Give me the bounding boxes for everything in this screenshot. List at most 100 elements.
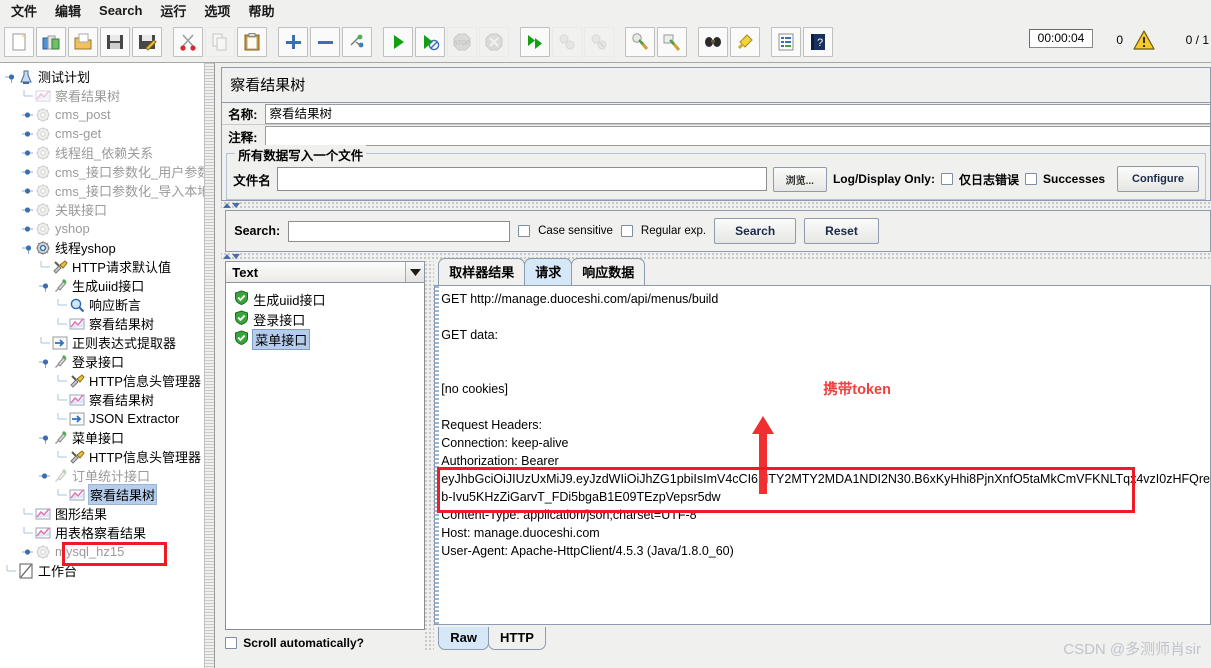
function-helper-icon[interactable] [771, 27, 801, 57]
test-plan-tree-panel[interactable]: 测试计划 察看结果树 cms_post cms-get 线程组_依赖关系 cms_接口参数… [0, 63, 216, 668]
tree-expand-toggle-icon[interactable] [21, 546, 34, 558]
expand-all-icon[interactable] [278, 27, 308, 57]
errors-only-checkbox[interactable] [940, 173, 953, 185]
menu-edit[interactable]: 编辑 [46, 0, 90, 22]
tree-node[interactable]: HTTP信息头管理器 [0, 447, 214, 466]
tree-node[interactable]: 菜单接口 [0, 428, 214, 447]
tree-node[interactable]: 察看结果树 [0, 86, 214, 105]
case-sensitive-checkbox[interactable] [518, 225, 531, 237]
name-input[interactable]: 察看结果树 [265, 103, 1210, 124]
tree-collapse-toggle-icon[interactable] [38, 356, 51, 368]
detail-tabs[interactable]: 取样器结果 请求 响应数据 [434, 258, 1211, 285]
tree-node[interactable]: 订单统计接口 [0, 466, 214, 485]
search-splitter-down-arrow-icon[interactable] [232, 254, 241, 259]
sampler-result-item[interactable]: 登录接口 [226, 309, 424, 329]
detail-tab[interactable]: 响应数据 [571, 258, 646, 285]
scroll-automatically-checkbox[interactable] [225, 637, 238, 649]
menu-help[interactable]: 帮助 [239, 0, 283, 22]
sampler-result-list[interactable]: 生成uiid接口 登录接口 菜单接口 [225, 283, 426, 630]
configure-button[interactable]: Configure [1117, 166, 1199, 192]
cut-icon[interactable] [173, 27, 203, 57]
detail-tab[interactable]: 取样器结果 [438, 258, 526, 285]
tree-node[interactable]: 正则表达式提取器 [0, 333, 214, 352]
start-no-pause-icon[interactable] [415, 27, 445, 57]
tree-node[interactable]: JSON Extractor [0, 409, 214, 428]
sampler-result-item[interactable]: 生成uiid接口 [226, 289, 424, 309]
menu-options[interactable]: 选项 [195, 0, 239, 22]
detail-tab[interactable]: 请求 [524, 258, 573, 285]
tree-node[interactable]: 察看结果树 [0, 390, 214, 409]
tree-node[interactable]: 生成uiid接口 [0, 276, 214, 295]
tree-expand-toggle-icon[interactable] [21, 185, 34, 197]
tree-expand-toggle-icon[interactable] [21, 204, 34, 216]
warning-icon[interactable] [1133, 30, 1155, 55]
sampler-result-item[interactable]: 菜单接口 [226, 328, 424, 350]
browse-button[interactable]: 浏览... [772, 166, 827, 192]
templates-icon[interactable] [36, 27, 66, 57]
new-icon[interactable] [4, 27, 34, 57]
tree-collapse-toggle-icon[interactable] [4, 71, 17, 83]
tree-node[interactable]: cms_post [0, 105, 214, 124]
search-splitter-up-arrow-icon[interactable] [223, 254, 232, 259]
tree-node[interactable]: cms_接口参数化_导入本地文件 [0, 181, 214, 200]
tree-collapse-toggle-icon[interactable] [38, 432, 51, 444]
tree-node[interactable]: 登录接口 [0, 352, 214, 371]
tree-expand-toggle-icon[interactable] [21, 223, 34, 235]
tree-expand-toggle-icon[interactable] [21, 147, 34, 159]
menu-run[interactable]: 运行 [151, 0, 195, 22]
successes-checkbox[interactable] [1024, 173, 1037, 185]
tree-collapse-toggle-icon[interactable] [38, 280, 51, 292]
remote-start-all-icon[interactable] [520, 27, 550, 57]
search-input[interactable] [288, 220, 511, 242]
tree-node[interactable]: yshop [0, 219, 214, 238]
tree-node[interactable]: 图形结果 [0, 504, 214, 523]
clear-all-icon[interactable] [657, 27, 687, 57]
tree-node[interactable]: 响应断言 [0, 295, 214, 314]
start-icon[interactable] [383, 27, 413, 57]
search-reset-icon[interactable] [730, 27, 760, 57]
splitter-up-arrow-icon[interactable] [223, 203, 232, 208]
tree-node[interactable]: 察看结果树 [0, 484, 214, 505]
tree-node[interactable]: cms_接口参数化_用户参数 [0, 162, 214, 181]
open-icon[interactable] [68, 27, 98, 57]
save-icon[interactable] [100, 27, 130, 57]
chevron-down-icon[interactable] [405, 262, 425, 282]
tree-node[interactable]: HTTP请求默认值 [0, 257, 214, 276]
menu-search[interactable]: Search [90, 1, 151, 20]
comment-input[interactable] [265, 126, 1210, 146]
raw-http-tab[interactable]: HTTP [488, 627, 546, 650]
tree-node[interactable]: 测试计划 [0, 67, 214, 86]
clear-icon[interactable] [625, 27, 655, 57]
collapse-all-icon[interactable] [310, 27, 340, 57]
tree-expand-toggle-icon[interactable] [38, 470, 51, 482]
toggle-icon[interactable] [342, 27, 372, 57]
search-icon[interactable] [698, 27, 728, 57]
tree-expand-toggle-icon[interactable] [21, 128, 34, 140]
tree-node[interactable]: 工作台 [0, 561, 214, 580]
regular-exp-checkbox[interactable] [620, 225, 633, 237]
search-button[interactable]: Search [714, 218, 797, 244]
tree-node[interactable]: HTTP信息头管理器 [0, 371, 214, 390]
config-splitter[interactable] [221, 201, 1211, 210]
tree-node[interactable]: 线程yshop [0, 238, 214, 257]
tree-expand-toggle-icon[interactable] [21, 166, 34, 178]
test-plan-tree[interactable]: 测试计划 察看结果树 cms_post cms-get 线程组_依赖关系 cms_接口参数… [0, 63, 214, 580]
menu-file[interactable]: 文件 [2, 0, 46, 22]
tree-node[interactable]: 用表格察看结果 [0, 523, 214, 542]
search-splitter[interactable] [221, 252, 1211, 261]
tree-node[interactable]: 线程组_依赖关系 [0, 143, 214, 162]
reset-button[interactable]: Reset [804, 218, 879, 244]
paste-icon[interactable] [237, 27, 267, 57]
raw-http-tab[interactable]: Raw [438, 627, 489, 650]
filename-input[interactable] [276, 167, 767, 191]
tree-node[interactable]: mysql_hz15 [0, 542, 214, 561]
save-as-icon[interactable] [132, 27, 162, 57]
tree-node[interactable]: 察看结果树 [0, 314, 214, 333]
help-icon[interactable]: ? [803, 27, 833, 57]
results-vertical-splitter[interactable] [425, 261, 435, 651]
tree-node[interactable]: 关联接口 [0, 200, 214, 219]
tree-node[interactable]: cms-get [0, 124, 214, 143]
splitter-down-arrow-icon[interactable] [232, 203, 241, 208]
render-type-combobox[interactable]: Text [225, 261, 426, 283]
tree-expand-toggle-icon[interactable] [21, 109, 34, 121]
